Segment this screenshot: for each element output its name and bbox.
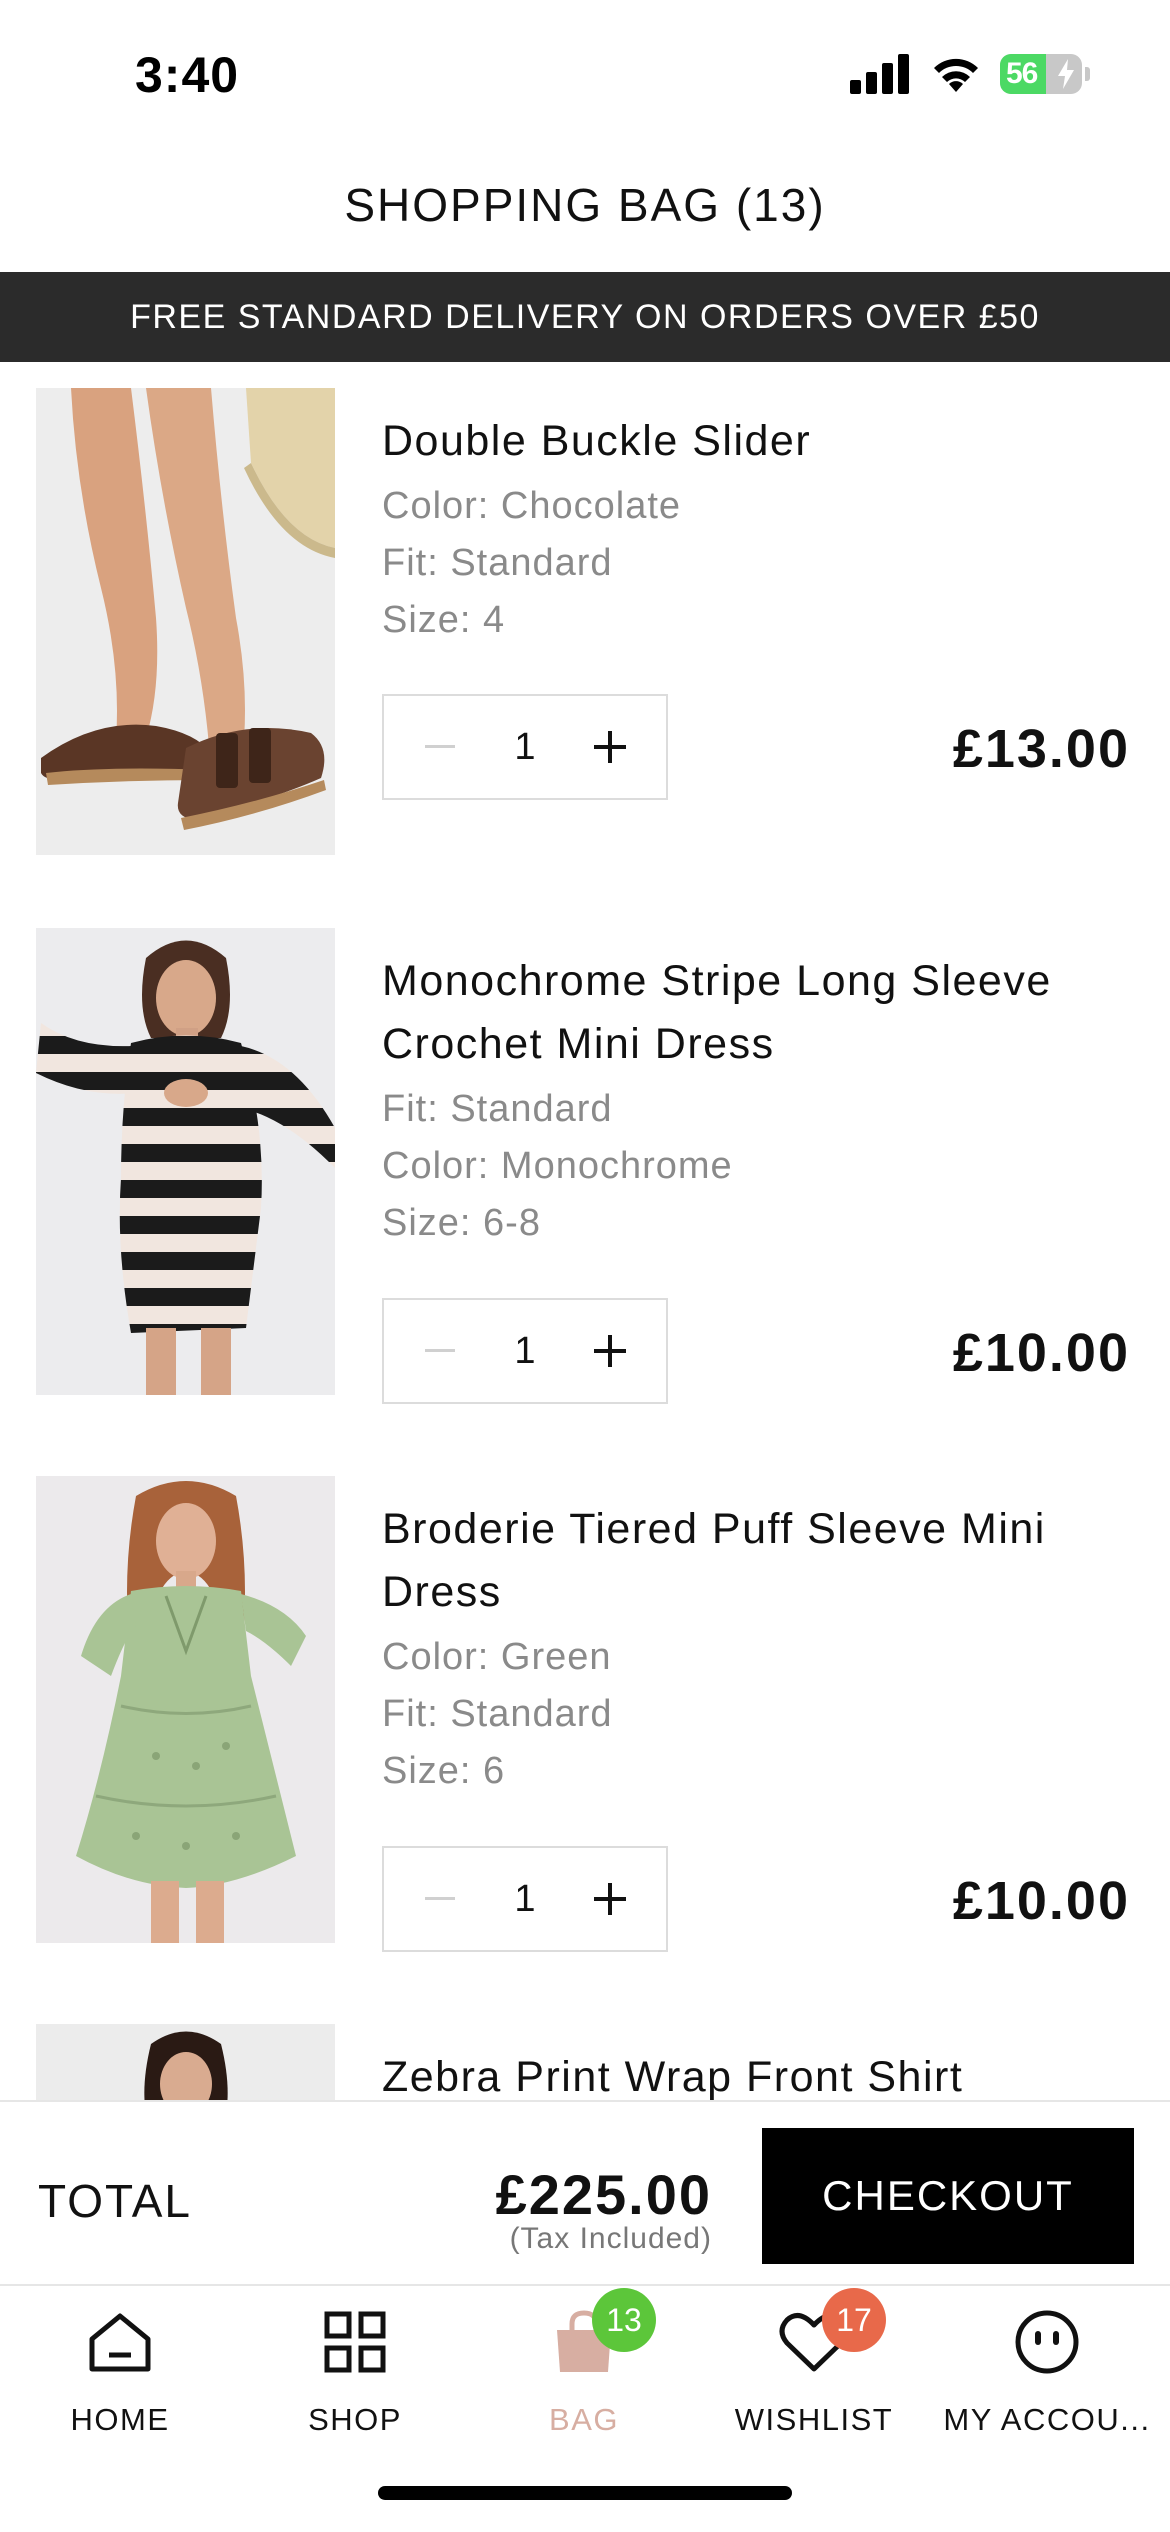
grid-icon xyxy=(313,2300,397,2384)
page-title: SHOPPING BAG (13) xyxy=(344,179,826,231)
status-time: 3:40 xyxy=(135,47,240,103)
plus-icon xyxy=(593,1883,626,1915)
decrease-quantity-button[interactable] xyxy=(410,1321,470,1381)
item-attr: Color: Green xyxy=(382,1636,612,1678)
quantity-value: 1 xyxy=(514,1329,536,1372)
tab-home[interactable]: HOME xyxy=(3,2288,237,2438)
item-attr: Size: 6 xyxy=(382,1750,506,1792)
wishlist-count-badge: 17 xyxy=(822,2288,886,2352)
tab-bag[interactable]: 13 BAG xyxy=(467,2288,701,2438)
tab-shop[interactable]: SHOP xyxy=(238,2288,472,2438)
checkout-button[interactable]: CHECKOUT xyxy=(762,2128,1134,2264)
battery-indicator: 56 xyxy=(1000,54,1082,94)
total-label: TOTAL xyxy=(38,2175,192,2227)
checkout-summary-bar: TOTAL £225.00 (Tax Included) CHECKOUT xyxy=(0,2100,1170,2286)
product-image[interactable] xyxy=(36,928,335,1395)
battery-level: 56 xyxy=(1006,57,1038,90)
tab-label: BAG xyxy=(549,2402,619,2437)
total-amount: £225.00 xyxy=(495,2163,712,2226)
item-name[interactable]: Zebra Print Wrap Front Shirt xyxy=(382,2046,1142,2100)
item-attr: Color: Monochrome xyxy=(382,1145,733,1187)
item-price: £13.00 xyxy=(952,719,1130,779)
quantity-stepper: 1 xyxy=(382,1298,668,1404)
tab-my-account[interactable]: MY ACCOU... xyxy=(930,2288,1164,2438)
plus-icon xyxy=(593,1335,626,1367)
increase-quantity-button[interactable] xyxy=(580,1869,640,1929)
quantity-value: 1 xyxy=(514,725,536,768)
increase-quantity-button[interactable] xyxy=(580,717,640,777)
account-icon xyxy=(1005,2300,1089,2384)
decrease-quantity-button[interactable] xyxy=(410,1869,470,1929)
item-price: £10.00 xyxy=(952,1871,1130,1931)
bag-icon: 13 xyxy=(542,2288,656,2384)
quantity-stepper: 1 xyxy=(382,1846,668,1952)
home-indicator[interactable] xyxy=(378,2486,792,2500)
charging-bolt-icon xyxy=(1058,59,1074,89)
decrease-quantity-button[interactable] xyxy=(410,717,470,777)
item-attributes: Color: Green Fit: Standard Size: 6 xyxy=(382,1629,1082,1800)
zebra-shirt-image xyxy=(36,2024,335,2100)
item-name[interactable]: Double Buckle Slider xyxy=(382,410,1142,473)
product-image[interactable] xyxy=(36,388,335,855)
tab-label: WISHLIST xyxy=(734,2402,894,2437)
increase-quantity-button[interactable] xyxy=(580,1321,640,1381)
wifi-icon xyxy=(934,58,978,92)
item-attr: Color: Chocolate xyxy=(382,485,682,527)
quantity-value: 1 xyxy=(514,1877,536,1920)
item-attributes: Fit: Standard Color: Monochrome Size: 6-… xyxy=(382,1081,1082,1252)
delivery-banner[interactable]: FREE STANDARD DELIVERY ON ORDERS OVER £5… xyxy=(0,272,1170,362)
minus-icon xyxy=(425,1897,455,1900)
item-attr: Fit: Standard xyxy=(382,1693,613,1735)
item-attr: Fit: Standard xyxy=(382,1088,613,1130)
minus-icon xyxy=(425,1349,455,1352)
signal-icon xyxy=(850,54,909,94)
item-attributes: Color: Chocolate Fit: Standard Size: 4 xyxy=(382,478,1082,649)
tax-note: (Tax Included) xyxy=(509,2222,712,2255)
item-attr: Fit: Standard xyxy=(382,542,613,584)
tab-wishlist[interactable]: 17 WISHLIST xyxy=(697,2288,931,2438)
item-attr: Size: 4 xyxy=(382,599,506,641)
item-name[interactable]: Broderie Tiered Puff Sleeve Mini Dress xyxy=(382,1498,1142,1624)
tab-label: MY ACCOU... xyxy=(943,2402,1151,2437)
striped-dress-image xyxy=(36,928,335,1395)
sandals-image xyxy=(36,388,335,855)
bag-items-list[interactable]: Double Buckle Slider Color: Chocolate Fi… xyxy=(0,362,1170,2100)
plus-icon xyxy=(593,731,626,763)
status-icons: 56 xyxy=(850,54,1090,94)
minus-icon xyxy=(425,745,455,748)
item-name[interactable]: Monochrome Stripe Long Sleeve Crochet Mi… xyxy=(382,950,1142,1076)
bag-count-badge: 13 xyxy=(592,2288,656,2352)
status-bar: 3:40 56 xyxy=(0,0,1170,150)
quantity-stepper: 1 xyxy=(382,694,668,800)
product-image[interactable] xyxy=(36,1476,335,1943)
item-price: £10.00 xyxy=(952,1323,1130,1383)
product-image[interactable] xyxy=(36,2024,335,2100)
tab-label: HOME xyxy=(70,2402,170,2437)
item-attr: Size: 6-8 xyxy=(382,1202,541,1244)
heart-icon: 17 xyxy=(772,2288,886,2384)
tab-label: SHOP xyxy=(308,2402,402,2437)
green-dress-image xyxy=(36,1476,335,1943)
home-icon xyxy=(78,2300,162,2384)
